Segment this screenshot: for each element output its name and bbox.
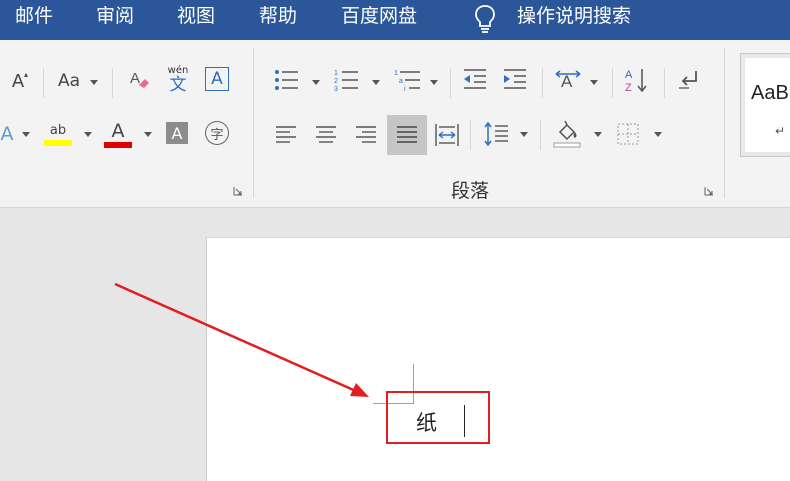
line-spacing-icon[interactable]	[482, 120, 510, 148]
clear-formatting-button[interactable]: A	[125, 66, 153, 94]
shading-icon[interactable]	[552, 118, 582, 148]
multilevel-list-dropdown-icon[interactable]	[430, 80, 438, 85]
font-color-icon: A	[111, 120, 125, 142]
distributed-align-icon[interactable]	[434, 122, 460, 148]
character-shading-icon: A	[171, 123, 183, 143]
tell-me-search[interactable]: 操作说明搜索	[517, 0, 631, 36]
tab-baidu-netdisk[interactable]: 百度网盘	[341, 0, 417, 36]
document-page[interactable]	[206, 237, 790, 481]
tab-mailings[interactable]: 邮件	[15, 0, 53, 36]
style-preview-text: AaB	[751, 82, 789, 104]
group-separator	[724, 48, 725, 198]
change-case-icon: Aa	[57, 71, 81, 91]
decrease-indent-icon[interactable]	[462, 68, 488, 92]
font-color-button[interactable]: A	[103, 118, 133, 150]
style-normal-preview[interactable]: AaB ↵	[745, 58, 790, 152]
numbering-icon[interactable]: 1 2 3	[334, 68, 360, 92]
phonetic-guide-icon: 文	[169, 75, 187, 95]
text-effects-icon: A	[0, 123, 14, 145]
justify-icon	[397, 126, 417, 143]
character-shading-button[interactable]: A	[166, 122, 188, 144]
ribbon-home: A ▴ Aa A wén 文 A A ab A A 字 1 2 3 1 a i …	[0, 40, 790, 208]
svg-text:1: 1	[394, 70, 398, 77]
borders-dropdown-icon[interactable]	[654, 132, 662, 137]
separator	[43, 68, 44, 98]
shading-dropdown-icon[interactable]	[594, 132, 602, 137]
text-effects-dropdown-icon[interactable]	[22, 132, 30, 137]
show-paragraph-marks-icon[interactable]	[676, 68, 702, 92]
svg-text:Z: Z	[625, 82, 632, 94]
separator	[470, 120, 471, 150]
svg-text:A: A	[561, 72, 573, 91]
character-border-button[interactable]: A	[205, 67, 229, 91]
svg-text:i: i	[404, 86, 406, 92]
bullets-icon[interactable]	[274, 68, 300, 92]
font-color-bar	[104, 142, 132, 148]
separator	[542, 68, 543, 98]
separator	[612, 68, 613, 98]
ribbon-tab-bar: 邮件 审阅 视图 帮助 百度网盘 操作说明搜索	[0, 0, 790, 40]
text-highlight-button[interactable]: ab	[43, 118, 73, 150]
line-spacing-dropdown-icon[interactable]	[520, 132, 528, 137]
sort-icon[interactable]: A Z	[624, 66, 650, 94]
borders-icon[interactable]	[616, 122, 640, 146]
justify-button[interactable]	[387, 115, 427, 155]
svg-text:A: A	[130, 70, 140, 87]
enclose-characters-button[interactable]: 字	[205, 121, 229, 145]
separator	[450, 68, 451, 98]
paragraph-group-label: 段落	[451, 180, 490, 202]
lightbulb-icon[interactable]	[473, 4, 497, 34]
annotation-highlight-box	[386, 391, 490, 444]
change-case-button[interactable]: Aa	[53, 68, 85, 94]
separator	[664, 68, 665, 98]
tab-review[interactable]: 审阅	[96, 0, 134, 36]
style-paragraph-mark: ↵	[775, 124, 786, 138]
increase-indent-icon[interactable]	[502, 68, 528, 92]
change-case-dropdown-icon[interactable]	[90, 80, 98, 85]
tab-view[interactable]: 视图	[177, 0, 215, 36]
svg-text:2: 2	[334, 78, 338, 85]
svg-text:A: A	[625, 69, 633, 81]
group-separator	[253, 48, 254, 198]
paragraph-dialog-launcher-icon[interactable]	[704, 186, 714, 196]
align-center-icon[interactable]	[314, 124, 338, 146]
highlighter-icon: ab	[49, 123, 67, 138]
svg-text:1: 1	[334, 70, 338, 77]
font-dialog-launcher-icon[interactable]	[233, 186, 243, 196]
grow-font-arrow-icon: ▴	[23, 70, 28, 79]
chinese-layout-dropdown-icon[interactable]	[590, 80, 598, 85]
numbering-dropdown-icon[interactable]	[372, 80, 380, 85]
phonetic-guide-button[interactable]: wén 文	[164, 64, 192, 96]
clear-formatting-icon: A	[130, 70, 149, 88]
character-border-icon: A	[211, 69, 223, 89]
tab-help[interactable]: 帮助	[259, 0, 297, 36]
font-color-dropdown-icon[interactable]	[144, 132, 152, 137]
svg-text:a: a	[399, 78, 403, 85]
align-right-icon[interactable]	[354, 124, 378, 146]
grow-font-icon: A	[11, 70, 25, 92]
bullets-dropdown-icon[interactable]	[312, 80, 320, 85]
multilevel-list-icon[interactable]: 1 a i	[394, 68, 422, 92]
align-left-icon[interactable]	[274, 124, 298, 146]
styles-gallery[interactable]: AaB ↵	[740, 53, 790, 157]
highlight-color-bar	[44, 140, 72, 146]
enclose-characters-icon: 字	[210, 127, 224, 143]
separator	[112, 68, 113, 98]
svg-text:3: 3	[334, 86, 338, 92]
text-highlight-dropdown-icon[interactable]	[84, 132, 92, 137]
text-effects-button[interactable]: A	[0, 120, 14, 148]
chinese-layout-icon[interactable]: A	[554, 68, 582, 92]
grow-font-button[interactable]: A ▴	[5, 68, 31, 94]
separator	[540, 120, 541, 150]
